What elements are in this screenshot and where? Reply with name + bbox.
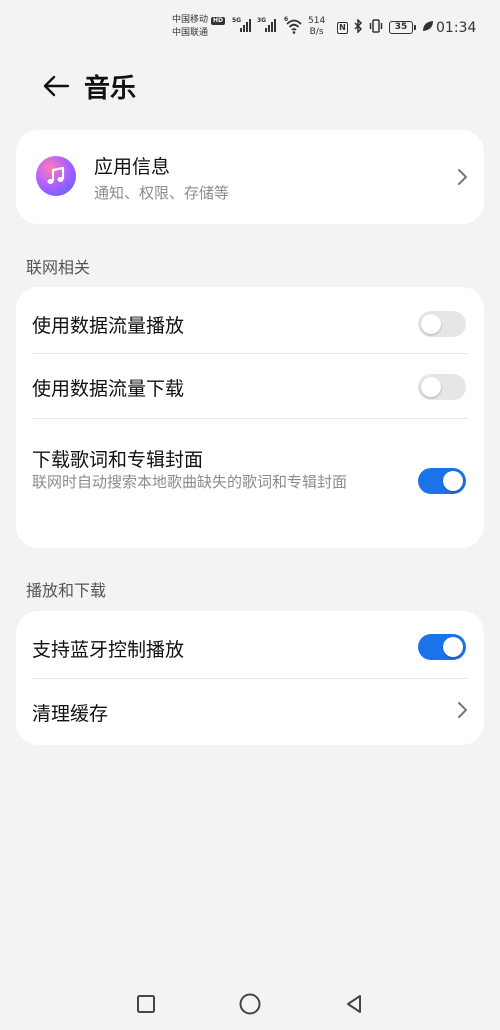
back-nav-button[interactable] bbox=[341, 991, 367, 1017]
row-title-lyrics-cover: 下载歌词和专辑封面 bbox=[32, 449, 204, 471]
row-mobile-data-play[interactable]: 使用数据流量播放 bbox=[16, 287, 484, 353]
section-label-playback: 播放和下载 bbox=[26, 581, 107, 600]
network-speed: 514 B/s bbox=[308, 16, 325, 38]
section-label-network: 联网相关 bbox=[26, 258, 91, 277]
app-info-card[interactable]: 应用信息 通知、权限、存储等 bbox=[16, 130, 484, 224]
battery-icon: 35 bbox=[389, 21, 416, 34]
back-button[interactable] bbox=[36, 66, 76, 106]
triangle-back-icon bbox=[347, 995, 361, 1013]
carrier-info: 中国移动 HD 中国联通 bbox=[172, 14, 226, 40]
signal-1-gen: 5G bbox=[232, 17, 242, 24]
speed-unit: B/s bbox=[309, 27, 324, 37]
nfc-icon: N bbox=[337, 21, 348, 34]
page-title: 音乐 bbox=[84, 74, 137, 104]
network-settings-card: 使用数据流量播放 使用数据流量下载 下载歌词和专辑封面 联网时自动搜索本地歌曲缺… bbox=[16, 287, 484, 548]
row-mobile-data-download[interactable]: 使用数据流量下载 bbox=[16, 354, 484, 418]
row-title-mobile-data-download: 使用数据流量下载 bbox=[32, 378, 185, 400]
signal-2-icon: 3G bbox=[257, 17, 276, 32]
row-lyrics-cover[interactable]: 下载歌词和专辑封面 联网时自动搜索本地歌曲缺失的歌词和专辑封面 bbox=[16, 419, 484, 548]
battery-level: 35 bbox=[389, 21, 413, 34]
settings-screen: 中国移动 HD 中国联通 5G 3G 6 514 B/s N 35 01:34 … bbox=[0, 0, 500, 1030]
square-icon bbox=[137, 995, 155, 1013]
home-button[interactable] bbox=[237, 991, 263, 1017]
row-title-clear-cache: 清理缓存 bbox=[32, 703, 109, 725]
app-info-title: 应用信息 bbox=[94, 156, 171, 178]
hd-badge: HD bbox=[211, 16, 226, 25]
chevron-right-icon bbox=[458, 169, 467, 185]
back-arrow-icon bbox=[43, 75, 70, 97]
row-title-mobile-data-play: 使用数据流量播放 bbox=[32, 315, 185, 337]
recents-button[interactable] bbox=[133, 991, 159, 1017]
carrier-1-name: 中国移动 bbox=[172, 15, 209, 25]
navigation-bar bbox=[0, 975, 500, 1030]
music-app-icon bbox=[36, 156, 76, 196]
toggle-lyrics-cover[interactable] bbox=[418, 468, 466, 494]
system-icons: N 35 bbox=[337, 18, 434, 36]
row-subtitle-lyrics-cover: 联网时自动搜索本地歌曲缺失的歌词和专辑封面 bbox=[32, 473, 348, 491]
wifi-icon: 6 bbox=[284, 16, 304, 34]
signal-2-gen: 3G bbox=[257, 17, 267, 24]
signal-indicators: 5G 3G bbox=[232, 17, 276, 32]
row-clear-cache[interactable]: 清理缓存 bbox=[16, 679, 484, 745]
circle-icon bbox=[239, 993, 261, 1015]
chevron-right-icon bbox=[458, 702, 467, 718]
clock: 01:34 bbox=[436, 20, 477, 36]
signal-1-icon: 5G bbox=[232, 17, 251, 32]
toggle-mobile-data-download[interactable] bbox=[418, 374, 466, 400]
leaf-icon bbox=[422, 20, 434, 35]
toggle-bluetooth-control[interactable] bbox=[418, 634, 466, 660]
speed-value: 514 bbox=[308, 16, 326, 26]
app-info-subtitle: 通知、权限、存储等 bbox=[94, 184, 230, 202]
vibrate-icon bbox=[369, 19, 383, 36]
carrier-2-name: 中国联通 bbox=[172, 28, 209, 38]
playback-settings-card: 支持蓝牙控制播放 清理缓存 bbox=[16, 611, 484, 745]
row-title-bluetooth-control: 支持蓝牙控制播放 bbox=[32, 639, 185, 661]
toggle-mobile-data-play[interactable] bbox=[418, 311, 466, 337]
row-bluetooth-control[interactable]: 支持蓝牙控制播放 bbox=[16, 611, 484, 678]
bluetooth-icon bbox=[354, 18, 363, 36]
wifi-gen: 6 bbox=[284, 16, 289, 23]
header: 音乐 bbox=[0, 60, 500, 110]
status-bar: 中国移动 HD 中国联通 5G 3G 6 514 B/s N 35 01:34 bbox=[0, 0, 500, 52]
